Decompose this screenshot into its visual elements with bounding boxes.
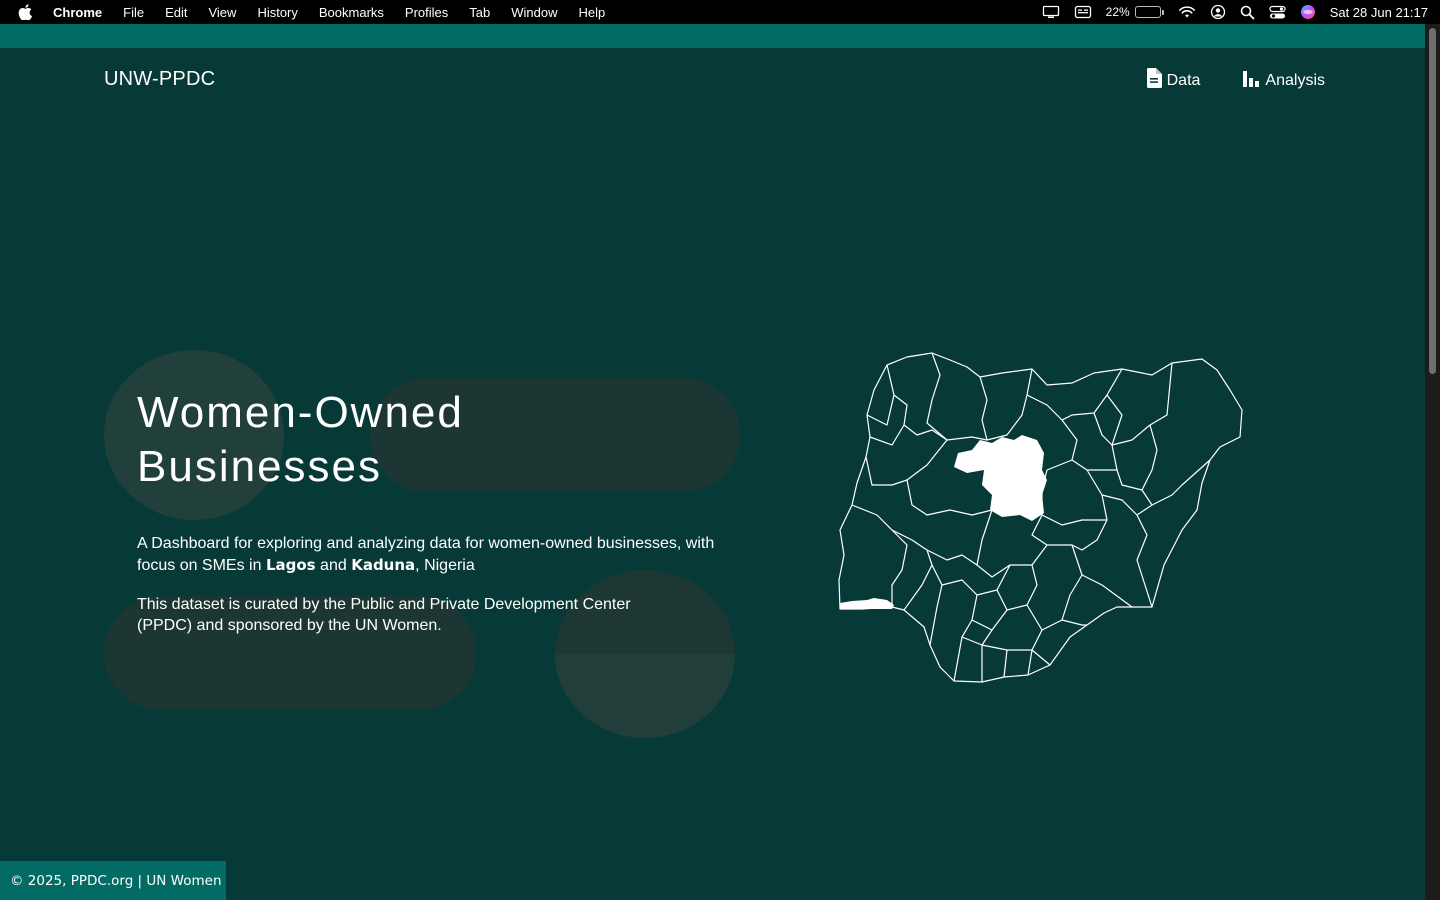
hero-title: Women-Owned Businesses <box>137 386 657 494</box>
nav-analysis-label: Analysis <box>1265 71 1325 89</box>
state-line <box>851 504 908 607</box>
menu-app-name[interactable]: Chrome <box>53 5 102 20</box>
nav-data-label: Data <box>1166 71 1201 89</box>
battery-indicator[interactable]: 22% <box>1106 5 1164 19</box>
state-line <box>926 352 988 441</box>
state-boundaries <box>838 352 1243 683</box>
nav-data-link[interactable]: Data <box>1146 68 1201 93</box>
hero-title-line1: Women-Owned <box>137 388 464 437</box>
siri-icon[interactable] <box>1300 4 1316 20</box>
state-line <box>926 549 978 566</box>
hero-desc-end: , Nigeria <box>415 556 475 574</box>
state-line <box>961 636 1032 651</box>
state-line <box>1026 604 1043 676</box>
hero-desc-and: and <box>315 556 352 574</box>
state-lagos-highlight[interactable] <box>840 598 894 609</box>
menubar-clock[interactable]: Sat 28 Jun 21:17 <box>1330 5 1428 20</box>
menu-history[interactable]: History <box>257 5 297 20</box>
state-line <box>886 364 948 441</box>
state-line <box>941 579 978 682</box>
battery-icon <box>1134 6 1161 18</box>
state-line <box>971 619 993 631</box>
menu-view[interactable]: View <box>208 5 236 20</box>
hero-sponsor-note: This dataset is curated by the Public an… <box>137 596 631 634</box>
state-line <box>1136 514 1153 608</box>
site-brand[interactable]: UNW-PPDC <box>104 68 215 91</box>
state-line <box>906 479 993 516</box>
bar-chart-icon <box>1242 69 1260 92</box>
state-line <box>981 589 1008 682</box>
menu-profiles[interactable]: Profiles <box>405 5 448 20</box>
state-line <box>1006 564 1038 611</box>
menu-tab[interactable]: Tab <box>469 5 490 20</box>
nav-analysis-link[interactable]: Analysis <box>1242 68 1325 93</box>
state-line <box>1061 574 1083 621</box>
battery-terminal <box>1161 9 1164 15</box>
state-line <box>891 529 933 611</box>
state-line <box>1041 619 1087 631</box>
menu-help[interactable]: Help <box>579 5 606 20</box>
highlight-lagos: Lagos <box>265 555 316 574</box>
wifi-icon[interactable] <box>1178 5 1196 19</box>
state-line <box>976 509 1048 578</box>
user-icon[interactable] <box>1210 4 1226 20</box>
state-line <box>1041 514 1107 526</box>
control-center-icon[interactable] <box>1269 5 1286 20</box>
state-line <box>869 424 905 446</box>
state-line <box>1031 649 1051 666</box>
macos-menubar: Chrome File Edit View History Bookmarks … <box>0 0 1440 24</box>
state-line <box>1106 394 1143 491</box>
top-accent-strip <box>0 24 1425 48</box>
state-line <box>979 368 1033 441</box>
state-line <box>1071 494 1108 551</box>
apple-icon[interactable] <box>18 4 36 20</box>
state-line <box>1031 514 1133 608</box>
vertical-scrollbar[interactable] <box>1425 24 1440 900</box>
menu-bookmarks[interactable]: Bookmarks <box>319 5 384 20</box>
main-nav: Data Analysis <box>1146 68 1325 93</box>
nigeria-states-map[interactable] <box>832 345 1252 690</box>
battery-percent: 22% <box>1105 5 1130 19</box>
state-line <box>865 439 948 486</box>
menu-window[interactable]: Window <box>511 5 557 20</box>
document-icon <box>1146 68 1162 93</box>
state-line <box>1003 649 1008 678</box>
state-line <box>1041 459 1073 515</box>
state-line <box>1026 368 1123 421</box>
reader-icon[interactable] <box>1074 5 1092 19</box>
menu-file[interactable]: File <box>123 5 144 20</box>
hero-description: A Dashboard for exploring and analyzing … <box>137 534 717 576</box>
state-line <box>929 564 943 646</box>
highlight-kaduna: Kaduna <box>351 555 416 574</box>
display-icon[interactable] <box>1042 5 1060 19</box>
scrollbar-thumb[interactable] <box>1429 28 1436 374</box>
state-kaduna-highlight[interactable] <box>954 435 1047 521</box>
state-line <box>1093 362 1173 446</box>
footer-copyright: © 2025, PPDC.org | UN Women <box>0 861 226 900</box>
hero-title-line2: Businesses <box>137 442 383 491</box>
search-icon[interactable] <box>1240 5 1255 20</box>
menu-edit[interactable]: Edit <box>165 5 187 20</box>
state-line <box>1061 419 1117 471</box>
